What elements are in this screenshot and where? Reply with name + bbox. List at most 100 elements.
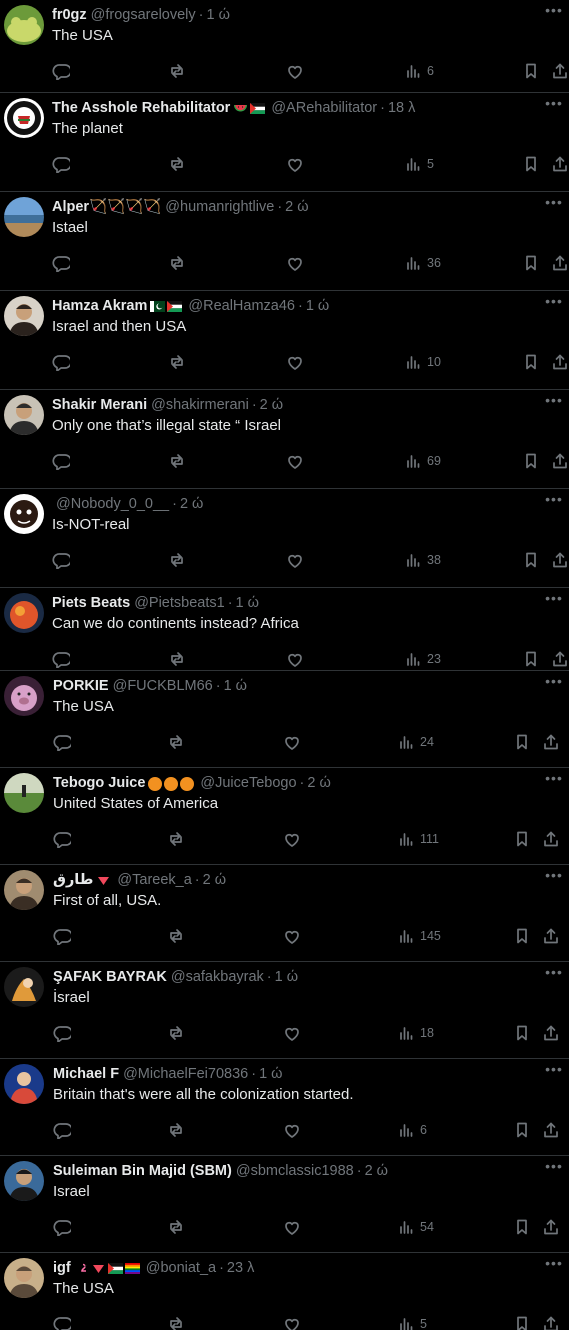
share-icon-button[interactable] [542,1119,560,1141]
reply-icon-button[interactable] [52,450,70,472]
more-icon[interactable]: ••• [543,868,565,888]
heart-icon-button[interactable] [286,351,304,373]
views-icon-button[interactable]: 54 [397,1216,434,1238]
display-name[interactable]: Alper🏹🏹🏹🏹 [52,199,161,215]
user-handle[interactable]: @frogsarelovely [91,7,196,23]
views-icon-button[interactable]: 18 [397,1022,434,1044]
views-icon-button[interactable]: 145 [397,925,441,947]
tweet[interactable]: Suleiman Bin Majid (SBM) @sbmclassic1988 ·… [0,1156,569,1253]
tweet[interactable]: PORKIE @FUCKBLM66 · 1 ώ ••• The USA 24 [0,671,569,768]
tweet[interactable]: @Nobody_0_0__ · 2 ώ ••• Is-NOT-real 38 [0,489,569,588]
timestamp[interactable]: 1 ώ [306,298,329,314]
heart-icon-button[interactable] [286,60,304,82]
display-name[interactable]: Piets Beats [52,595,130,611]
timestamp[interactable]: 18 λ [388,100,415,116]
heart-icon-button[interactable] [286,549,304,571]
user-handle[interactable]: @Nobody_0_0__ [56,496,169,512]
user-handle[interactable]: @RealHamza46 [188,298,295,314]
share-icon-button[interactable] [551,351,569,373]
display-name[interactable]: PORKIE [53,678,109,694]
timestamp[interactable]: 2 ώ [365,1163,388,1179]
timestamp[interactable]: 1 ώ [275,969,298,985]
user-handle[interactable]: @humanrightlive [165,199,274,215]
retweet-icon-button[interactable] [168,450,186,472]
views-icon-button[interactable]: 36 [404,252,441,274]
views-icon-button[interactable]: 38 [404,549,441,571]
reply-icon-button[interactable] [53,731,71,753]
reply-icon-button[interactable] [52,60,70,82]
views-icon-button[interactable]: 5 [404,153,434,175]
tweet[interactable]: Hamza Akram @RealHamza46 · 1 ώ ••• Israel and… [0,291,569,390]
timestamp[interactable]: 2 ώ [180,496,203,512]
retweet-icon-button[interactable] [167,925,185,947]
display-name[interactable]: Michael F [53,1066,119,1082]
bookmark-icon-button[interactable] [522,549,540,571]
share-icon-button[interactable] [542,828,560,850]
retweet-icon-button[interactable] [168,252,186,274]
bookmark-icon-button[interactable] [513,1216,531,1238]
reply-icon-button[interactable] [52,351,70,373]
user-handle[interactable]: @boniat_a [146,1260,216,1276]
timestamp[interactable]: 1 ώ [224,678,247,694]
views-icon-button[interactable]: 24 [397,731,434,753]
heart-icon-button[interactable] [283,1313,301,1330]
bookmark-icon-button[interactable] [513,828,531,850]
display-name[interactable]: The Asshole Rehabilitator [52,100,230,116]
heart-icon-button[interactable] [283,1216,301,1238]
display-name[interactable]: Tebogo Juice [53,775,145,791]
avatar[interactable] [4,494,44,534]
more-icon[interactable]: ••• [543,195,565,215]
retweet-icon-button[interactable] [168,60,186,82]
bookmark-icon-button[interactable] [513,1022,531,1044]
display-name[interactable]: igf [53,1260,71,1276]
bookmark-icon-button[interactable] [513,1313,531,1330]
share-icon-button[interactable] [551,648,569,670]
views-icon-button[interactable]: 6 [397,1119,427,1141]
retweet-icon-button[interactable] [167,1119,185,1141]
reply-icon-button[interactable] [52,153,70,175]
bookmark-icon-button[interactable] [522,60,540,82]
heart-icon-button[interactable] [286,153,304,175]
reply-icon-button[interactable] [53,1216,71,1238]
share-icon-button[interactable] [551,549,569,571]
retweet-icon-button[interactable] [168,648,186,670]
heart-icon-button[interactable] [283,925,301,947]
tweet[interactable]: Shakir Merani @shakirmerani · 2 ώ ••• Only on… [0,390,569,489]
retweet-icon-button[interactable] [167,1216,185,1238]
user-handle[interactable]: @Tareek_a [117,872,191,888]
views-icon-button[interactable]: 6 [404,60,434,82]
heart-icon-button[interactable] [283,1119,301,1141]
tweet[interactable]: Michael F @MichaelFei70836 · 1 ώ ••• Britain … [0,1059,569,1156]
display-name[interactable]: fr0gz [52,7,87,23]
reply-icon-button[interactable] [53,1119,71,1141]
share-icon-button[interactable] [551,60,569,82]
views-icon-button[interactable]: 111 [397,828,439,850]
display-name[interactable]: طارق [53,872,93,888]
user-handle[interactable]: @Pietsbeats1 [134,595,225,611]
timestamp[interactable]: 2 ώ [285,199,308,215]
bookmark-icon-button[interactable] [522,252,540,274]
tweet[interactable]: The Asshole Rehabilitator @ARehabilitator… [0,93,569,192]
more-icon[interactable]: ••• [543,492,565,512]
more-icon[interactable]: ••• [543,771,565,791]
timestamp[interactable]: 2 ώ [203,872,226,888]
heart-icon-button[interactable] [286,450,304,472]
display-name[interactable]: Hamza Akram [52,298,147,314]
reply-icon-button[interactable] [53,925,71,947]
retweet-icon-button[interactable] [167,1313,185,1330]
avatar[interactable] [4,1258,44,1298]
retweet-icon-button[interactable] [168,153,186,175]
heart-icon-button[interactable] [286,648,304,670]
views-icon-button[interactable]: 5 [397,1313,427,1330]
display-name[interactable]: Shakir Merani [52,397,147,413]
share-icon-button[interactable] [542,731,560,753]
tweet[interactable]: Alper🏹🏹🏹🏹 @humanrightlive · 2 ώ ••• Istael 36 [0,192,569,291]
avatar[interactable] [4,593,44,633]
timestamp[interactable]: 1 ώ [259,1066,282,1082]
more-icon[interactable]: ••• [543,965,565,985]
retweet-icon-button[interactable] [167,1022,185,1044]
heart-icon-button[interactable] [283,828,301,850]
avatar[interactable] [4,395,44,435]
user-handle[interactable]: @sbmclassic1988 [236,1163,354,1179]
user-handle[interactable]: @ARehabilitator [271,100,377,116]
